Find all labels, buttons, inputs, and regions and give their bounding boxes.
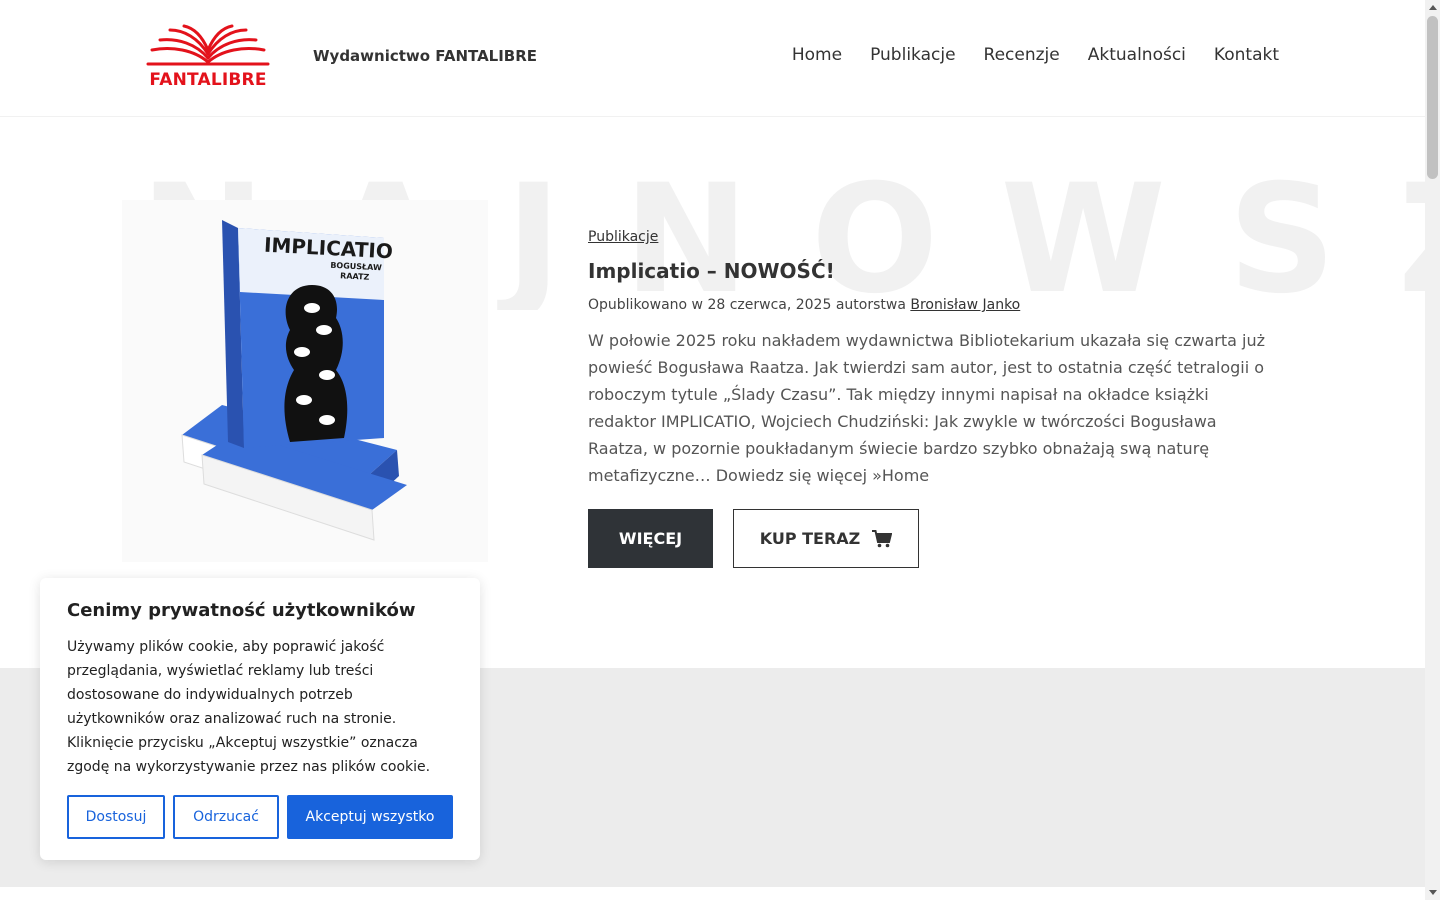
logo-wordmark: FANTALIBRE [149,70,267,90]
cookie-customize-button[interactable]: Dostosuj [67,795,165,839]
post-content: Publikacje Implicatio – NOWOŚĆ! Opubliko… [588,226,1278,568]
open-book-icon [146,24,270,66]
post-title[interactable]: Implicatio – NOWOŚĆ! [588,259,1278,283]
nav-item-aktualnosci[interactable]: Aktualności [1088,45,1186,65]
post-meta-text: Opublikowano w 28 czerwca, 2025 autorstw… [588,297,906,313]
cart-icon [872,529,893,547]
post-category-link[interactable]: Publikacje [588,229,658,245]
book-author-text: BOGUSŁAW RAATZ [330,260,383,282]
buy-now-label: KUP TERAZ [759,529,861,548]
site-title[interactable]: Wydawnictwo FANTALIBRE [313,47,537,65]
book-cover-image[interactable]: IMPLICATIO BOGUSŁAW RAATZ [122,200,488,562]
cookie-actions: Dostosuj Odrzucać Akceptuj wszystko [67,795,453,839]
site-header: FANTALIBRE Wydawnictwo FANTALIBRE Home P… [0,0,1425,117]
nav-item-kontakt[interactable]: Kontakt [1214,45,1279,65]
post-excerpt: W połowie 2025 roku nakładem wydawnictwa… [588,331,1266,485]
post-meta: Opublikowano w 28 czerwca, 2025 autorstw… [588,297,1278,313]
cookie-text: Używamy plików cookie, aby poprawić jako… [67,639,431,775]
scrollbar-thumb[interactable] [1427,16,1438,179]
cookie-title: Cenimy prywatność użytkowników [67,600,416,621]
site-logo[interactable]: FANTALIBRE [142,24,274,92]
cookie-reject-button[interactable]: Odrzucać [173,795,279,839]
cookie-accept-button[interactable]: Akceptuj wszystko [287,795,453,839]
post-actions: WIĘCEJ KUP TERAZ [588,509,1278,568]
page-scrollbar[interactable] [1425,0,1440,900]
nav-item-recenzje[interactable]: Recenzje [984,45,1060,65]
nav-item-home[interactable]: Home [792,45,842,65]
scroll-down-arrow-icon[interactable] [1429,890,1437,895]
cookie-consent-banner: Cenimy prywatność użytkowników Używamy p… [40,578,480,860]
post-author-link[interactable]: Bronisław Janko [910,297,1020,313]
more-button[interactable]: WIĘCEJ [588,509,713,568]
buy-now-button[interactable]: KUP TERAZ [733,509,919,568]
main-nav: Home Publikacje Recenzje Aktualności Kon… [792,45,1279,65]
nav-item-publikacje[interactable]: Publikacje [870,45,955,65]
scroll-up-arrow-icon[interactable] [1429,5,1437,10]
